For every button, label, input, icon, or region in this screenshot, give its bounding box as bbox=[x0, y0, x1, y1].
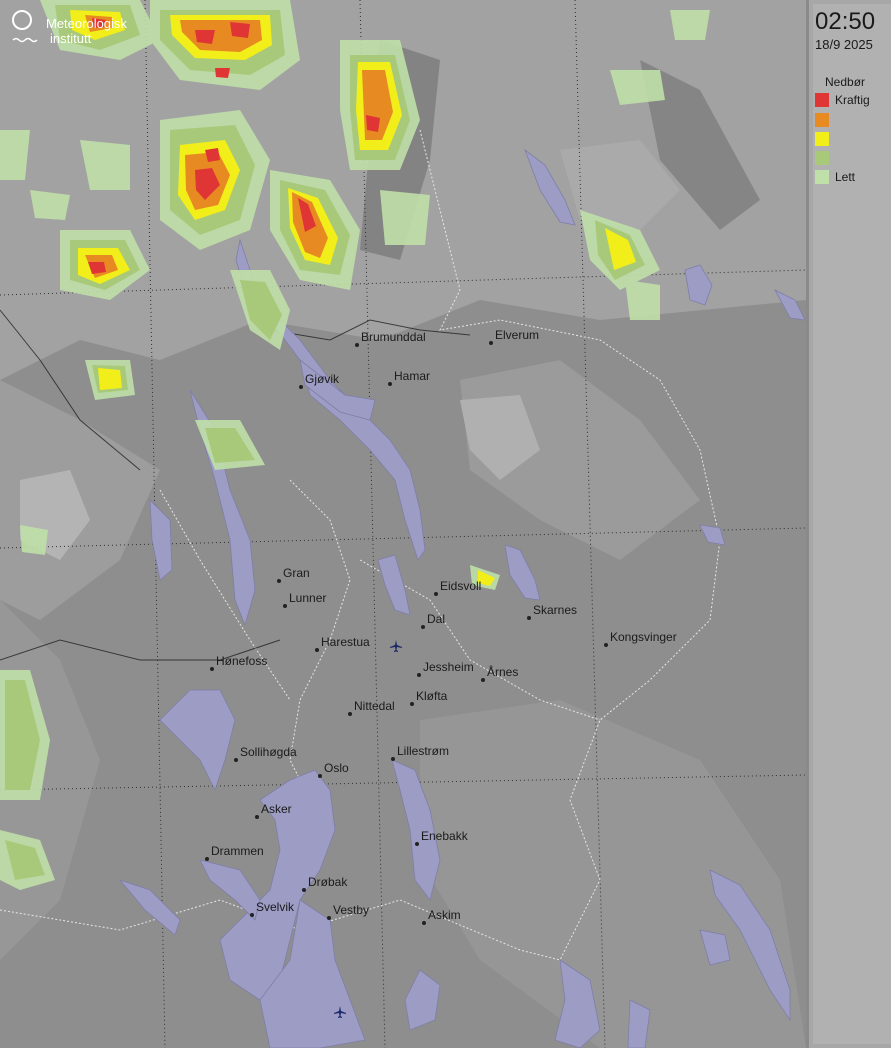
city-label[interactable]: Sollihøgda bbox=[234, 746, 297, 762]
legend-label: Kraftig bbox=[835, 93, 870, 107]
legend-swatch bbox=[815, 132, 829, 146]
city-label[interactable]: Drøbak bbox=[302, 876, 347, 892]
city-label[interactable]: Kongsvinger bbox=[604, 631, 677, 647]
met-logo-icon bbox=[12, 10, 32, 30]
city-label[interactable]: Lillestrøm bbox=[391, 745, 449, 761]
airport-icon bbox=[334, 1006, 346, 1018]
legend-swatch bbox=[815, 170, 829, 184]
date-display: 18/9 2025 bbox=[815, 37, 873, 52]
city-label[interactable]: Eidsvoll bbox=[434, 580, 481, 596]
city-label[interactable]: Oslo bbox=[318, 762, 349, 778]
brand-line1: Meteorologisk bbox=[46, 16, 127, 31]
city-label[interactable]: Kløfta bbox=[410, 690, 447, 706]
city-label[interactable]: Nittedal bbox=[348, 700, 395, 716]
city-label[interactable]: Svelvik bbox=[250, 901, 294, 917]
city-label[interactable]: Drammen bbox=[205, 845, 264, 861]
time-display: 02:50 bbox=[815, 8, 876, 35]
waves-icon bbox=[12, 37, 38, 43]
city-label[interactable]: Elverum bbox=[489, 329, 539, 345]
legend-swatch bbox=[815, 151, 829, 165]
city-label[interactable]: Enebakk bbox=[415, 830, 468, 846]
city-label[interactable]: Jessheim bbox=[417, 661, 474, 677]
brand-line2: institutt bbox=[50, 31, 92, 46]
map-background bbox=[0, 0, 806, 1048]
city-label[interactable]: Gjøvik bbox=[299, 373, 339, 389]
city-label[interactable]: Skarnes bbox=[527, 604, 577, 620]
city-label[interactable]: Hamar bbox=[388, 370, 430, 386]
city-label[interactable]: Brumunddal bbox=[355, 331, 426, 347]
city-label[interactable]: Dal bbox=[421, 613, 445, 629]
city-label[interactable]: Asker bbox=[255, 803, 292, 819]
legend-swatch bbox=[815, 113, 829, 127]
city-label[interactable]: Vestby bbox=[327, 904, 369, 920]
radar-map[interactable]: Brumunddal Elverum Gjøvik Hamar Gran Lun… bbox=[0, 0, 806, 1048]
city-label[interactable]: Gran bbox=[277, 567, 310, 583]
airport-icon bbox=[390, 640, 402, 652]
city-label[interactable]: Årnes bbox=[481, 666, 518, 682]
city-label[interactable]: Harestua bbox=[315, 636, 370, 652]
city-label[interactable]: Hønefoss bbox=[210, 655, 267, 671]
legend-swatch bbox=[815, 93, 829, 107]
city-label[interactable]: Askim bbox=[422, 909, 461, 925]
legend-label: Lett bbox=[835, 170, 856, 184]
city-label[interactable]: Lunner bbox=[283, 592, 326, 608]
legend-title: Nedbør bbox=[825, 75, 866, 89]
